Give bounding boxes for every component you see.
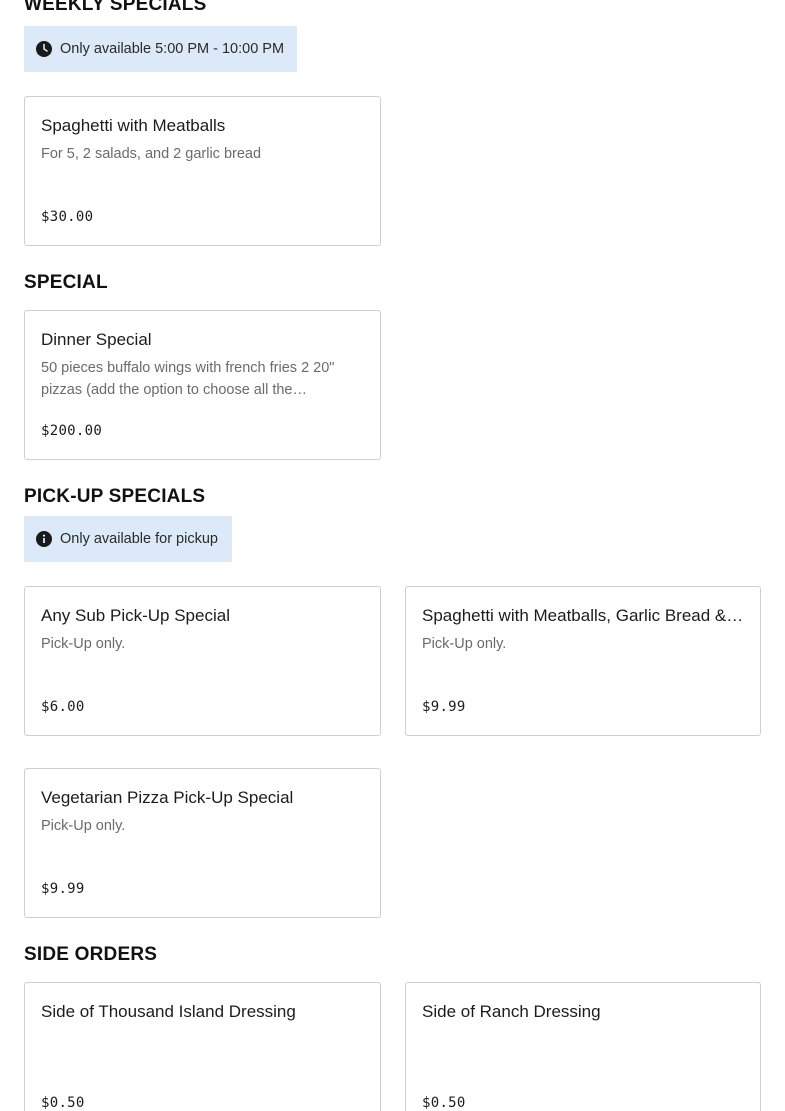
hours-notice-text: Only available 5:00 PM - 10:00 PM xyxy=(60,41,285,57)
menu-item-card[interactable]: Spaghetti with Meatballs For 5, 2 salads… xyxy=(24,96,381,246)
menu-item-card[interactable]: Spaghetti with Meatballs, Garlic Bread &… xyxy=(405,586,761,736)
item-description: 50 pieces buffalo wings with french frie… xyxy=(41,360,335,398)
item-price: $6.00 xyxy=(41,699,85,715)
item-name: Any Sub Pick-Up Special xyxy=(41,606,230,625)
item-description: Pick-Up only. xyxy=(422,636,507,652)
section-title-weekly-specials: WEEKLY SPECIALS xyxy=(24,0,207,15)
item-name: Dinner Special xyxy=(41,330,152,349)
menu-item-card[interactable]: Any Sub Pick-Up Special Pick-Up only. $6… xyxy=(24,586,381,736)
item-name: Side of Ranch Dressing xyxy=(422,1002,601,1021)
item-price: $30.00 xyxy=(41,209,94,225)
hours-notice: Only available 5:00 PM - 10:00 PM xyxy=(24,26,297,72)
item-price: $0.50 xyxy=(41,1095,85,1111)
menu-item-card[interactable]: Side of Thousand Island Dressing $0.50 xyxy=(24,982,381,1111)
section-title-special: SPECIAL xyxy=(24,272,108,293)
item-description: For 5, 2 salads, and 2 garlic bread xyxy=(41,146,262,162)
item-name: Spaghetti with Meatballs xyxy=(41,116,226,135)
item-description: Pick-Up only. xyxy=(41,818,126,834)
item-price: $0.50 xyxy=(422,1095,466,1111)
item-name: Side of Thousand Island Dressing xyxy=(41,1002,296,1021)
item-price: $200.00 xyxy=(41,423,103,439)
clock-icon xyxy=(36,41,52,57)
item-price: $9.99 xyxy=(41,881,85,897)
pickup-notice-text: Only available for pickup xyxy=(60,531,218,547)
item-price: $9.99 xyxy=(422,699,466,715)
section-title-side-orders: SIDE ORDERS xyxy=(24,944,158,965)
menu-item-card[interactable]: Dinner Special 50 pieces buffalo wings w… xyxy=(24,310,381,460)
menu-item-card[interactable]: Vegetarian Pizza Pick-Up Special Pick-Up… xyxy=(24,768,381,918)
pickup-notice: Only available for pickup xyxy=(24,516,232,562)
info-icon xyxy=(36,531,52,547)
section-title-pickup-specials: PICK-UP SPECIALS xyxy=(24,486,206,507)
menu-item-card[interactable]: Side of Ranch Dressing $0.50 xyxy=(405,982,761,1111)
item-name: Spaghetti with Meatballs, Garlic Bread &… xyxy=(422,606,744,625)
item-name: Vegetarian Pizza Pick-Up Special xyxy=(41,788,294,807)
item-description: Pick-Up only. xyxy=(41,636,126,652)
